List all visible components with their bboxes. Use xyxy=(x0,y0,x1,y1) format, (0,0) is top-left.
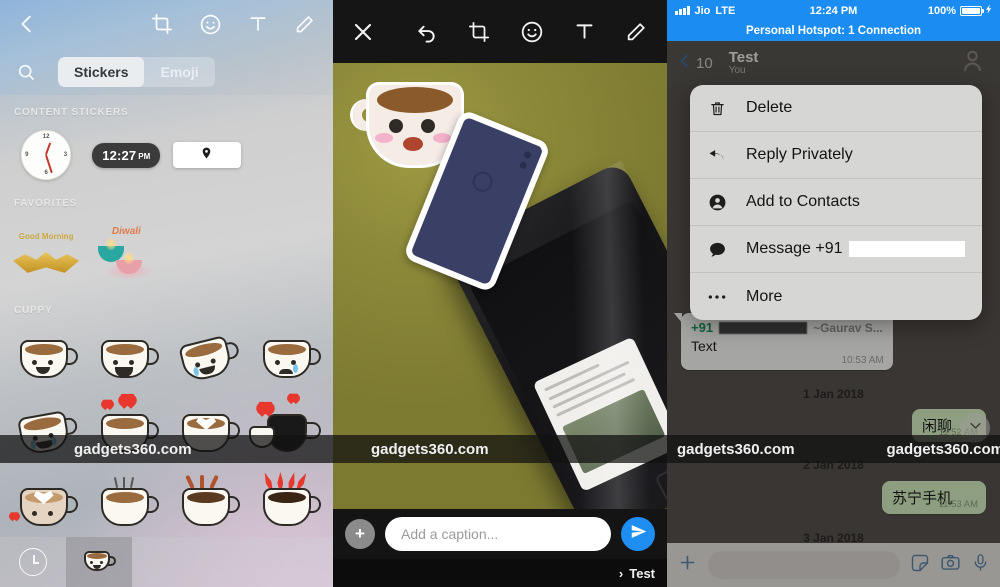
wings-sticker-caption: Good Morning xyxy=(18,232,74,241)
cuppy-sticker-latte-art[interactable] xyxy=(4,470,85,544)
ellipsis-icon xyxy=(706,293,728,301)
personal-hotspot-banner[interactable]: Personal Hotspot: 1 Connection xyxy=(667,21,1000,41)
cuppy-sticker-smiling[interactable] xyxy=(4,322,85,396)
caption-bar: + Add a caption... xyxy=(333,509,667,559)
cuppy-sticker-laughing[interactable] xyxy=(85,322,166,396)
watermark-text: gadgets360.com xyxy=(371,440,489,458)
crop-rotate-icon[interactable] xyxy=(468,21,490,43)
time-sticker-value: 12:27 xyxy=(102,147,137,163)
time-sticker[interactable]: 12:27 PM xyxy=(86,124,166,186)
undo-icon[interactable] xyxy=(415,20,438,43)
menu-item-reply-privately[interactable]: Reply Privately xyxy=(690,132,982,179)
time-sticker-meridiem: PM xyxy=(138,151,151,161)
charging-bolt-icon xyxy=(986,4,992,17)
sticker-list[interactable]: CONTENT STICKERS 12 3 6 9 12:27 PM FAVOR… xyxy=(0,95,333,537)
contact-person-icon xyxy=(706,193,728,212)
watermark-text: gadgets360.com xyxy=(74,440,192,458)
tab-emoji[interactable]: Emoji xyxy=(144,57,214,87)
golden-wings-sticker[interactable]: Good Morning xyxy=(6,215,86,293)
favorite-empty-2 xyxy=(247,215,327,293)
context-menu: Delete Reply Privately Add to Contacts M… xyxy=(690,85,982,320)
diwali-diya-sticker[interactable]: Diwali xyxy=(86,215,166,293)
tab-cuppy-pack[interactable] xyxy=(66,537,132,587)
panel-chat-context-menu: Jio LTE 12:24 PM 100% Personal Hotspot: … xyxy=(667,0,1000,587)
sticker-pack-tabbar xyxy=(0,537,333,587)
chat-bubble-icon xyxy=(706,240,728,259)
editor-toolbar xyxy=(0,0,333,48)
cuppy-sticker-crying-happy[interactable] xyxy=(167,322,248,396)
diya-sticker-caption: Diwali xyxy=(111,226,141,237)
recipient-name: Test xyxy=(629,565,655,581)
menu-item-label: Delete xyxy=(746,99,793,116)
photo-editor-toolbar xyxy=(333,0,667,63)
send-icon xyxy=(630,523,647,545)
cuppy-sticker-grid xyxy=(0,322,333,544)
panel-sticker-picker: Stickers Emoji CONTENT STICKERS 12 3 6 9 12… xyxy=(0,0,333,587)
caption-input[interactable]: Add a caption... xyxy=(385,517,611,551)
text-tool-icon[interactable] xyxy=(574,20,595,43)
sticker-search-row: Stickers Emoji xyxy=(0,48,333,95)
watermark-band-panel3: gadgets360.com gadgets360.com xyxy=(667,435,1000,463)
sticker-emoji-toggle[interactable]: Stickers Emoji xyxy=(58,56,215,87)
tab-recents[interactable] xyxy=(0,537,66,587)
favorites-row: Good Morning Diwali xyxy=(0,215,333,293)
section-label-content-stickers: CONTENT STICKERS xyxy=(14,107,129,118)
menu-item-delete[interactable]: Delete xyxy=(690,85,982,132)
search-icon[interactable] xyxy=(16,62,36,82)
pencil-icon[interactable] xyxy=(625,21,647,43)
menu-item-more[interactable]: More xyxy=(690,273,982,320)
status-time: 12:24 PM xyxy=(809,4,858,17)
menu-item-message-number[interactable]: Message +91 xyxy=(690,226,982,273)
content-stickers-row: 12 3 6 9 12:27 PM xyxy=(0,124,333,186)
recipient-chevron: › xyxy=(618,565,624,581)
menu-item-label: More xyxy=(746,287,783,305)
content-sticker-empty xyxy=(247,124,327,186)
recents-clock-icon xyxy=(19,548,47,576)
recipient-indicator[interactable]: › Test xyxy=(333,559,667,587)
add-media-button[interactable]: + xyxy=(345,519,375,549)
text-tool-icon[interactable] xyxy=(248,13,268,35)
carrier-name: Jio xyxy=(694,4,711,17)
smiley-icon[interactable] xyxy=(199,13,222,36)
menu-item-text: Message +91 xyxy=(746,240,843,257)
cuppy-sticker-fire-hot[interactable] xyxy=(248,470,329,544)
clock-sticker[interactable]: 12 3 6 9 xyxy=(6,124,86,186)
menu-item-add-to-contacts[interactable]: Add to Contacts xyxy=(690,179,982,226)
battery-full-icon xyxy=(960,5,984,16)
cuppy-sticker-splash[interactable] xyxy=(167,470,248,544)
watermark-text: gadgets360.com xyxy=(677,440,795,458)
menu-item-label: Reply Privately xyxy=(746,146,853,163)
section-label-favorites: FAVORITES xyxy=(14,198,78,209)
network-type: LTE xyxy=(715,4,736,17)
panel-photo-editor: gadgets360.com + Add a caption... › Test xyxy=(333,0,667,587)
location-sticker[interactable] xyxy=(167,124,247,186)
trash-icon xyxy=(706,99,728,118)
send-button[interactable] xyxy=(621,517,655,551)
close-icon[interactable] xyxy=(351,20,375,44)
location-pin-icon xyxy=(200,145,213,166)
three-panel-screenshot: Stickers Emoji CONTENT STICKERS 12 3 6 9 12… xyxy=(0,0,1000,587)
pencil-icon[interactable] xyxy=(294,14,315,35)
favorite-empty-1 xyxy=(167,215,247,293)
cuppy-pack-icon xyxy=(82,549,116,575)
back-icon[interactable] xyxy=(16,13,38,35)
battery-percent: 100% xyxy=(927,4,956,17)
cuppy-sticker-steaming[interactable] xyxy=(85,470,166,544)
watermark-band-panel1: gadgets360.com xyxy=(0,435,333,463)
smiley-icon[interactable] xyxy=(520,20,544,44)
tab-stickers[interactable]: Stickers xyxy=(58,56,145,87)
signal-bars-icon xyxy=(675,6,690,15)
cuppy-sticker-crying-sad[interactable] xyxy=(248,322,329,396)
watermark-band-panel2: gadgets360.com xyxy=(333,435,667,463)
menu-item-label: Add to Contacts xyxy=(746,193,860,210)
reply-arrow-icon xyxy=(706,146,728,164)
menu-item-label: Message +91 xyxy=(746,240,965,258)
ios-status-bar: Jio LTE 12:24 PM 100% xyxy=(667,0,1000,21)
redacted-phone-number xyxy=(848,241,965,257)
crop-rotate-icon[interactable] xyxy=(151,13,173,35)
watermark-text-partial: gadgets360.com xyxy=(886,440,1000,458)
section-label-cuppy: CUPPY xyxy=(14,305,53,316)
